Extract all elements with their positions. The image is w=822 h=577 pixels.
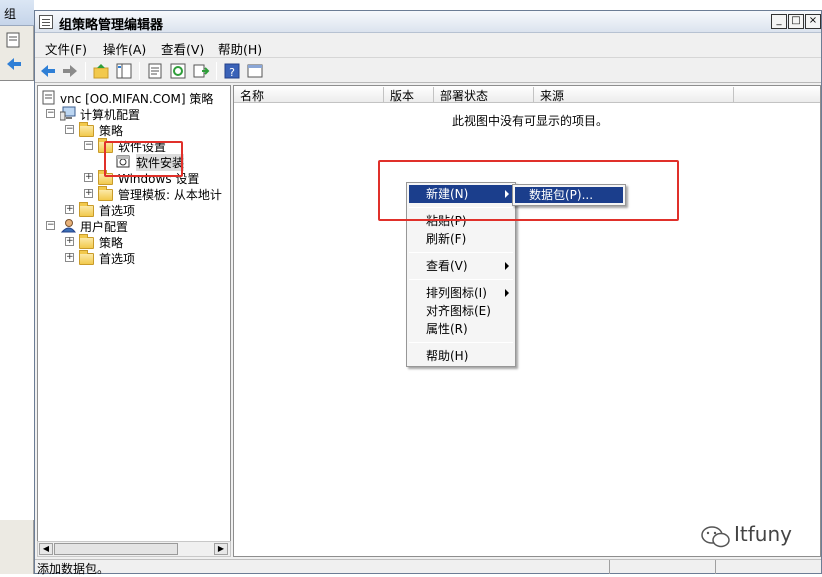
tree-admin-templates-label: 管理模板: 从本地计 [118, 188, 222, 202]
menu-help-item-label: 帮助(H) [426, 349, 469, 363]
window-title: 组策略管理编辑器 [59, 18, 164, 33]
tree-computer-config-label: 计算机配置 [80, 108, 141, 122]
menu-properties[interactable]: 属性(R) [409, 320, 513, 338]
view-icon[interactable] [246, 62, 264, 80]
refresh-icon[interactable] [169, 62, 187, 80]
menu-properties-label: 属性(R) [426, 322, 468, 336]
collapse-icon[interactable]: − [46, 221, 55, 230]
list-header: 名称 版本 部署状态 来源 [234, 86, 820, 103]
expand-icon[interactable]: + [84, 173, 93, 182]
up-folder-icon[interactable] [92, 62, 110, 80]
toolbar: ? [35, 59, 821, 83]
submenu-arrow-icon [505, 289, 509, 297]
folder-icon [79, 250, 94, 265]
submenu-arrow-icon [505, 262, 509, 270]
svg-text:?: ? [229, 66, 235, 79]
watermark-text: Itfuny [734, 522, 792, 546]
tree-preferences-label: 首选项 [99, 204, 136, 218]
watermark: Itfuny [700, 522, 810, 552]
menu-help[interactable]: 帮助(H) [218, 39, 262, 58]
column-name[interactable]: 名称 [234, 87, 384, 103]
menu-view[interactable]: 查看(V) [161, 39, 204, 58]
collapse-icon[interactable]: − [65, 125, 74, 134]
menu-view-sub[interactable]: 查看(V) [409, 257, 513, 275]
column-version[interactable]: 版本 [384, 87, 434, 103]
menu-action[interactable]: 操作(A) [103, 39, 146, 58]
menu-refresh-label: 刷新(F) [426, 232, 467, 246]
folder-icon [79, 122, 94, 137]
forward-icon[interactable] [61, 62, 79, 80]
scroll-right-icon[interactable]: ▶ [214, 543, 228, 555]
wechat-icon [701, 526, 730, 548]
background-toolbar-icon[interactable] [4, 30, 24, 50]
menu-bar: 文件(F) 操作(A) 查看(V) 帮助(H) [35, 34, 821, 58]
policy-document-icon [42, 90, 55, 105]
back-icon[interactable] [39, 62, 57, 80]
column-source[interactable]: 来源 [534, 87, 734, 103]
tree-horizontal-scrollbar[interactable]: ◀ ▶ [37, 541, 231, 557]
menu-align-icons-label: 对齐图标(E) [426, 304, 491, 318]
expand-icon[interactable]: + [65, 237, 74, 246]
background-window-title: 组 [4, 7, 17, 21]
menu-file[interactable]: 文件(F) [45, 39, 87, 58]
titlebar: 组策略管理编辑器 _ □ × [35, 11, 821, 33]
menu-arrange-icons[interactable]: 排列图标(I) [409, 284, 513, 302]
user-icon [60, 219, 76, 233]
status-bar: 添加数据包。 [35, 559, 821, 576]
menu-align-icons[interactable]: 对齐图标(E) [409, 302, 513, 320]
expand-icon[interactable]: + [65, 205, 74, 214]
expand-icon[interactable]: + [84, 189, 93, 198]
collapse-icon[interactable]: − [46, 109, 55, 118]
help-icon[interactable]: ? [223, 62, 241, 80]
minimize-button[interactable]: _ [771, 14, 787, 29]
list-pane[interactable]: 名称 版本 部署状态 来源 此视图中没有可显示的项目。 [233, 85, 821, 557]
scroll-thumb[interactable] [54, 543, 178, 555]
maximize-button[interactable]: □ [788, 14, 804, 29]
tree-user-config-label: 用户配置 [80, 220, 129, 234]
background-window-titlebar: 组 [0, 0, 34, 26]
status-text: 添加数据包。 [37, 562, 110, 576]
collapse-icon[interactable]: − [84, 141, 93, 150]
folder-icon [79, 202, 94, 217]
background-back-icon[interactable] [4, 54, 24, 74]
folder-icon [98, 186, 113, 201]
export-icon[interactable] [192, 62, 210, 80]
tree-policies-label: 策略 [99, 124, 124, 138]
scroll-left-icon[interactable]: ◀ [39, 543, 53, 555]
annotation-box-tree [104, 141, 183, 177]
column-deploy-state[interactable]: 部署状态 [434, 87, 534, 103]
tree-root-label: vnc [OO.MIFAN.COM] 策略 [60, 92, 214, 106]
tree-user-policies-label: 策略 [99, 236, 124, 250]
empty-list-message: 此视图中没有可显示的项目。 [452, 114, 609, 128]
properties-icon[interactable] [146, 62, 164, 80]
menu-arrange-icons-label: 排列图标(I) [426, 286, 487, 300]
menu-refresh[interactable]: 刷新(F) [409, 230, 513, 248]
tree-user-preferences-label: 首选项 [99, 252, 136, 266]
menu-view-label: 查看(V) [426, 259, 468, 273]
expand-icon[interactable]: + [65, 253, 74, 262]
close-button[interactable]: × [805, 14, 821, 29]
app-icon [39, 15, 53, 29]
folder-icon [79, 234, 94, 249]
menu-help-item[interactable]: 帮助(H) [409, 347, 513, 365]
show-tree-icon[interactable] [115, 62, 133, 80]
background-tree-pane [0, 80, 34, 520]
annotation-box-menu [378, 160, 679, 221]
computer-icon [60, 106, 76, 121]
